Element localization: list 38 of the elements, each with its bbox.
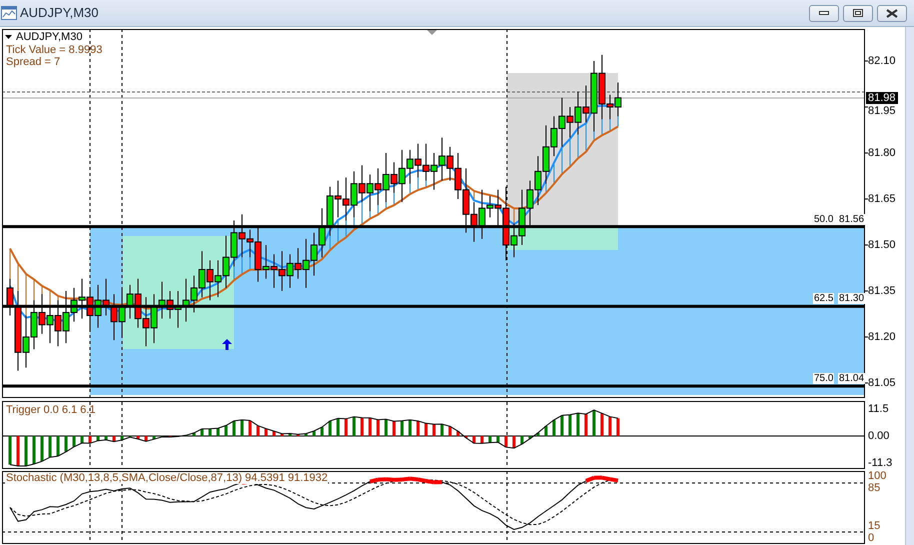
- indicator-axis-label: 0: [868, 532, 874, 544]
- price-axis-label: 81.20: [868, 331, 896, 343]
- price-axis-label: 81.80: [868, 147, 896, 159]
- fibonacci-percent-label: 62.5: [813, 293, 834, 304]
- fibonacci-price-label: 81.30: [838, 293, 866, 304]
- price-axis-label: 81.65: [868, 193, 896, 205]
- minimize-button[interactable]: [809, 4, 839, 22]
- chart-window-icon: [1, 6, 17, 20]
- indicator-axis-label: 15: [868, 520, 880, 532]
- fibonacci-percent-label: 50.0: [813, 214, 834, 225]
- current-price-tag: 81.98: [866, 92, 898, 104]
- price-axis-label: 81.35: [868, 285, 896, 297]
- info-text: Tick Value = 8.9993: [6, 44, 102, 56]
- indicator-axis-label: 85: [868, 482, 880, 494]
- maximize-icon: [853, 9, 863, 17]
- window-title: AUDJPY,M30: [20, 4, 99, 22]
- price-axis-label: 81.95: [868, 105, 896, 117]
- symbol-label: AUDJPY,M30: [16, 31, 82, 43]
- price-axis-label: 81.50: [868, 239, 896, 251]
- indicator-axis-label: 0.00: [868, 430, 890, 442]
- fibonacci-price-label: 81.04: [838, 373, 866, 384]
- close-button[interactable]: [877, 4, 907, 22]
- price-axis-label: 82.10: [868, 55, 896, 67]
- shift-marker-icon: [427, 30, 437, 35]
- dropdown-triangle-icon[interactable]: [5, 35, 12, 39]
- close-icon: [886, 8, 898, 18]
- info-text: Spread = 7: [6, 56, 60, 68]
- fibonacci-percent-label: 75.0: [813, 373, 834, 384]
- indicator-title: Stochastic (M30,13,8,5,SMA,Close/Close,87,13) 94.5391 91.1932: [6, 472, 328, 484]
- minimize-icon: [819, 11, 829, 15]
- fibonacci-price-label: 81.56: [838, 214, 866, 225]
- restore-button[interactable]: [843, 4, 873, 22]
- indicator-axis-label: -11.3: [868, 457, 892, 469]
- up-arrow-icon: [222, 339, 232, 350]
- price-axis-label: 81.05: [868, 377, 896, 389]
- indicator-title: Trigger 0.0 6.1 6.1: [6, 404, 96, 416]
- indicator-axis-label: 100: [868, 470, 886, 482]
- indicator-axis-label: 11.5: [868, 403, 889, 415]
